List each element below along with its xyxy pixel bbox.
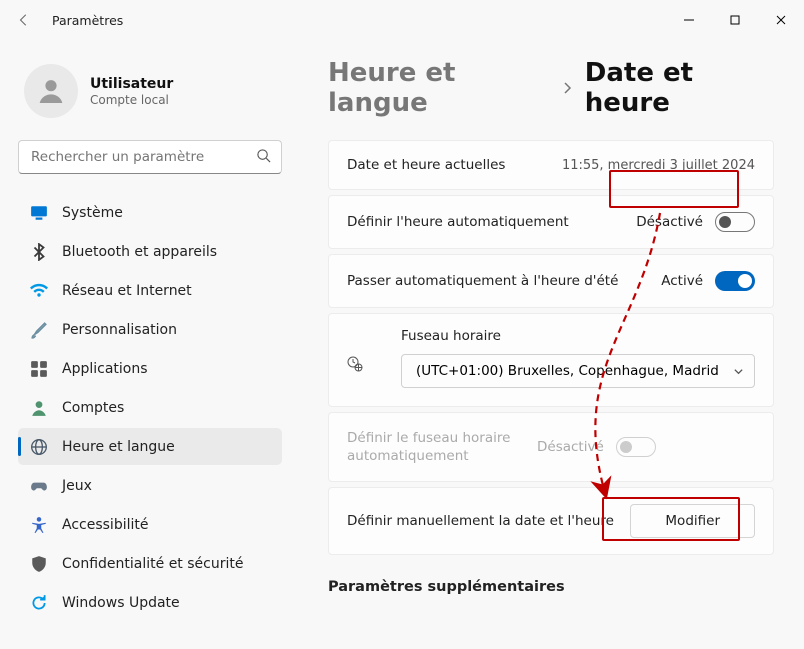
- sidebar-item-label: Applications: [62, 361, 148, 377]
- toggle-state-label: Désactivé: [537, 439, 604, 455]
- sidebar-item-applications[interactable]: Applications: [18, 350, 282, 387]
- card-dst: Passer automatiquement à l'heure d'été A…: [328, 254, 774, 308]
- brush-icon: [30, 321, 48, 339]
- user-sub: Compte local: [90, 93, 173, 107]
- window-title: Paramètres: [52, 13, 123, 28]
- globe-clock-icon: [30, 438, 48, 456]
- chevron-right-icon: [561, 79, 573, 98]
- sidebar-item-heure-et-langue[interactable]: Heure et langue: [18, 428, 282, 465]
- sidebar-item-windows-update[interactable]: Windows Update: [18, 584, 282, 621]
- search-box[interactable]: [18, 140, 282, 174]
- main-panel: Heure et langue Date et heure Date et he…: [300, 40, 804, 649]
- auto-timezone-toggle: [616, 437, 656, 457]
- breadcrumb-parent[interactable]: Heure et langue: [328, 58, 549, 118]
- toggle-state-label: Désactivé: [636, 214, 703, 230]
- update-icon: [30, 594, 48, 612]
- accessibility-icon: [30, 516, 48, 534]
- sidebar-item-label: Comptes: [62, 400, 124, 416]
- search-input[interactable]: [31, 149, 256, 165]
- card-label: Date et heure actuelles: [347, 157, 562, 173]
- sidebar-item-comptes[interactable]: Comptes: [18, 389, 282, 426]
- current-datetime-value: 11:55, mercredi 3 juillet 2024: [562, 158, 755, 173]
- maximize-button[interactable]: [712, 0, 758, 40]
- breadcrumb-current: Date et heure: [585, 58, 774, 118]
- nav-list: Système Bluetooth et appareils Réseau et I…: [18, 194, 282, 621]
- section-heading: Paramètres supplémentaires: [328, 579, 774, 595]
- dst-toggle[interactable]: [715, 271, 755, 291]
- sidebar-item-bluetooth-et-appareils[interactable]: Bluetooth et appareils: [18, 233, 282, 270]
- person-icon: [35, 75, 67, 107]
- sidebar-item-r-seau-et-internet[interactable]: Réseau et Internet: [18, 272, 282, 309]
- avatar: [24, 64, 78, 118]
- card-timezone: Fuseau horaire (UTC+01:00) Bruxelles, Co…: [328, 313, 774, 407]
- search-icon: [256, 148, 271, 167]
- card-label: Définir manuellement la date et l'heure: [347, 513, 630, 529]
- card-label: Passer automatiquement à l'heure d'été: [347, 273, 661, 289]
- close-button[interactable]: [758, 0, 804, 40]
- apps-icon: [30, 360, 48, 378]
- bluetooth-icon: [30, 243, 48, 261]
- card-manual-set: Définir manuellement la date et l'heure …: [328, 487, 774, 555]
- sidebar-item-personnalisation[interactable]: Personnalisation: [18, 311, 282, 348]
- sidebar-item-label: Personnalisation: [62, 322, 177, 338]
- card-label: Définir l'heure automatiquement: [347, 214, 636, 230]
- modify-button[interactable]: Modifier: [630, 504, 755, 538]
- sidebar: Utilisateur Compte local Système Bluetoot…: [0, 40, 300, 649]
- monitor-icon: [30, 204, 48, 222]
- arrow-left-icon: [17, 13, 31, 27]
- chevron-down-icon: [733, 366, 744, 377]
- maximize-icon: [730, 15, 740, 25]
- sidebar-item-confidentialit-et-s-curit-[interactable]: Confidentialité et sécurité: [18, 545, 282, 582]
- card-current-datetime: Date et heure actuelles 11:55, mercredi …: [328, 140, 774, 190]
- timezone-value: (UTC+01:00) Bruxelles, Copenhague, Madri…: [416, 363, 733, 379]
- shield-icon: [30, 555, 48, 573]
- sidebar-item-jeux[interactable]: Jeux: [18, 467, 282, 504]
- sidebar-item-label: Accessibilité: [62, 517, 148, 533]
- card-label: Définir le fuseau horaire automatiquemen…: [347, 429, 537, 465]
- sidebar-item-label: Heure et langue: [62, 439, 175, 455]
- sidebar-item-label: Réseau et Internet: [62, 283, 192, 299]
- sidebar-item-label: Windows Update: [62, 595, 180, 611]
- titlebar: Paramètres: [0, 0, 804, 40]
- card-auto-timezone: Définir le fuseau horaire automatiquemen…: [328, 412, 774, 482]
- minimize-button[interactable]: [666, 0, 712, 40]
- minimize-icon: [684, 15, 694, 25]
- card-auto-time: Définir l'heure automatiquement Désactiv…: [328, 195, 774, 249]
- sidebar-item-syst-me[interactable]: Système: [18, 194, 282, 231]
- close-icon: [776, 15, 786, 25]
- auto-time-toggle[interactable]: [715, 212, 755, 232]
- user-name: Utilisateur: [90, 76, 173, 92]
- sidebar-item-accessibilit-[interactable]: Accessibilité: [18, 506, 282, 543]
- account-block[interactable]: Utilisateur Compte local: [18, 40, 282, 140]
- wifi-icon: [30, 282, 48, 300]
- globe-clock-icon: [347, 340, 363, 376]
- sidebar-item-label: Bluetooth et appareils: [62, 244, 217, 260]
- gamepad-icon: [30, 477, 48, 495]
- breadcrumb: Heure et langue Date et heure: [328, 58, 774, 118]
- toggle-state-label: Activé: [661, 273, 703, 289]
- back-button[interactable]: [10, 6, 38, 34]
- sidebar-item-label: Confidentialité et sécurité: [62, 556, 243, 572]
- timezone-select[interactable]: (UTC+01:00) Bruxelles, Copenhague, Madri…: [401, 354, 755, 388]
- person-icon: [30, 399, 48, 417]
- timezone-label: Fuseau horaire: [401, 328, 755, 344]
- sidebar-item-label: Système: [62, 205, 123, 221]
- sidebar-item-label: Jeux: [62, 478, 92, 494]
- window-controls: [666, 0, 804, 40]
